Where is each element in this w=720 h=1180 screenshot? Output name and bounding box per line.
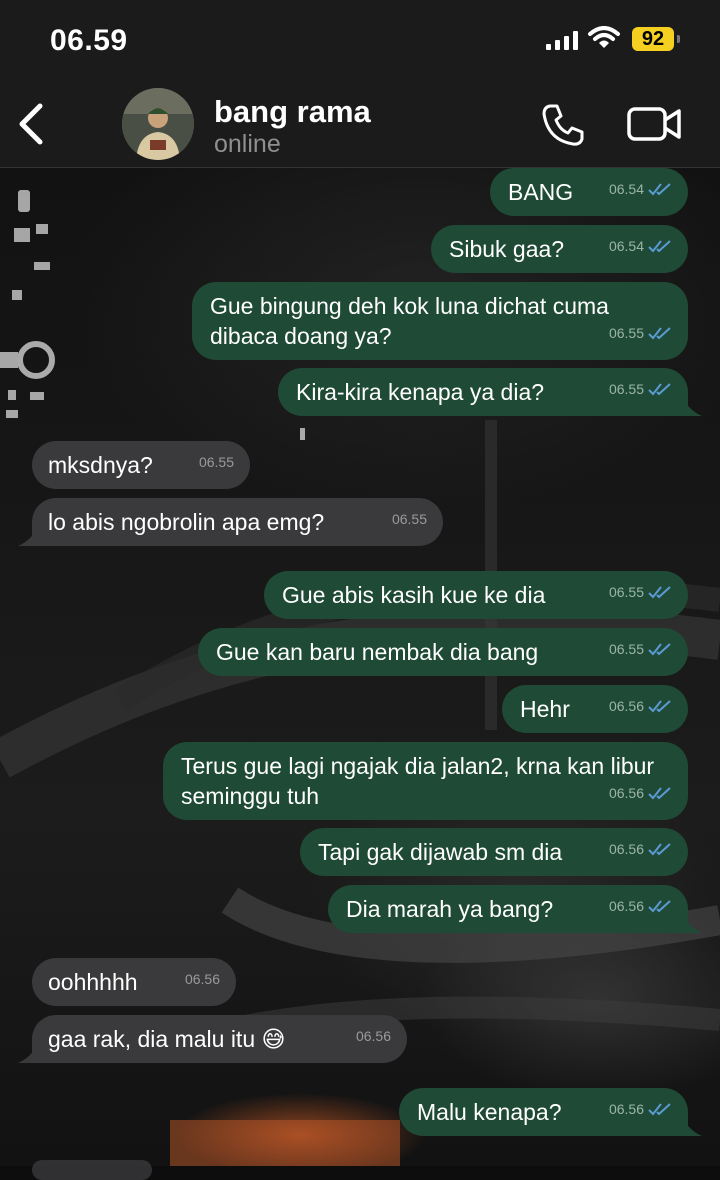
- bubble-tail: [682, 1116, 702, 1136]
- double-check-icon: [648, 900, 671, 913]
- message-outgoing[interactable]: BANG 06.54: [490, 168, 688, 216]
- message-time: 06.55: [391, 511, 427, 527]
- double-check-icon: [648, 183, 671, 196]
- status-time: 06.59: [50, 24, 128, 57]
- message-outgoing[interactable]: Gue bingung deh kok luna dichat cuma dib…: [192, 282, 688, 360]
- message-text: Kira-kira kenapa ya dia?: [296, 379, 545, 405]
- message-text: Terus gue lagi ngajak dia jalan2, krna k…: [181, 753, 655, 809]
- message-outgoing[interactable]: Sibuk gaa? 06.54: [431, 225, 688, 273]
- message-incoming[interactable]: gaa rak, dia malu itu 😅 06.56: [18, 1015, 407, 1063]
- message-text: Dia marah ya bang?: [346, 896, 554, 922]
- message-time: 06.56: [184, 971, 220, 987]
- message-outgoing[interactable]: Kira-kira kenapa ya dia? 06.55: [278, 368, 702, 416]
- message-text: Tapi gak dijawab sm dia: [318, 839, 563, 865]
- message-text: gaa rak, dia malu itu 😅: [48, 1026, 286, 1052]
- battery-tip: [677, 35, 680, 43]
- message-time: 06.56: [608, 841, 644, 857]
- message-time: 06.55: [198, 454, 234, 470]
- message-time: 06.56: [608, 698, 644, 714]
- message-text: BANG: [508, 179, 574, 205]
- contact-status: online: [214, 130, 281, 158]
- message-time: 06.56: [355, 1028, 391, 1044]
- contact-name[interactable]: bang rama: [214, 94, 371, 130]
- battery-indicator: 92: [632, 27, 674, 51]
- message-text: Hehr: [520, 696, 570, 722]
- message-time: 06.55: [608, 325, 644, 341]
- message-text: Gue bingung deh kok luna dichat cuma dib…: [210, 293, 609, 349]
- wifi-icon: [588, 26, 620, 48]
- message-text: oohhhhh: [48, 969, 138, 995]
- message-text: Gue kan baru nembak dia bang: [216, 639, 539, 665]
- bubble-tail: [18, 526, 38, 546]
- signal-icon: [546, 30, 578, 50]
- message-incoming-partial: [32, 1160, 152, 1180]
- message-text: Sibuk gaa?: [449, 236, 565, 262]
- back-chevron-icon[interactable]: [14, 102, 50, 146]
- double-check-icon: [648, 586, 671, 599]
- message-time: 06.55: [608, 641, 644, 657]
- message-incoming[interactable]: lo abis ngobrolin apa emg? 06.55: [18, 498, 443, 546]
- double-check-icon: [648, 643, 671, 656]
- phone-icon[interactable]: [540, 102, 586, 148]
- message-outgoing[interactable]: Gue abis kasih kue ke dia 06.55: [264, 571, 688, 619]
- double-check-icon: [648, 1103, 671, 1116]
- message-outgoing[interactable]: Gue kan baru nembak dia bang 06.55: [198, 628, 688, 676]
- double-check-icon: [648, 843, 671, 856]
- chat-header: 06.59 92 bang rama online: [0, 0, 720, 168]
- message-incoming[interactable]: mksdnya? 06.55: [32, 441, 250, 489]
- double-check-icon: [648, 787, 671, 800]
- message-outgoing[interactable]: Tapi gak dijawab sm dia 06.56: [300, 828, 688, 876]
- message-time: 06.54: [608, 181, 644, 197]
- message-incoming[interactable]: oohhhhh 06.56: [32, 958, 236, 1006]
- bubble-tail: [18, 1043, 38, 1063]
- message-text: mksdnya?: [48, 452, 153, 478]
- message-outgoing[interactable]: Terus gue lagi ngajak dia jalan2, krna k…: [163, 742, 688, 820]
- message-outgoing[interactable]: Malu kenapa? 06.56: [399, 1088, 702, 1136]
- message-text: Malu kenapa?: [417, 1099, 562, 1125]
- contact-avatar[interactable]: [122, 88, 194, 160]
- message-time: 06.55: [608, 381, 644, 397]
- message-outgoing[interactable]: Dia marah ya bang? 06.56: [328, 885, 702, 933]
- bubble-tail: [682, 913, 702, 933]
- message-text: lo abis ngobrolin apa emg?: [48, 509, 325, 535]
- double-check-icon: [648, 383, 671, 396]
- double-check-icon: [648, 240, 671, 253]
- message-time: 06.56: [608, 1101, 644, 1117]
- message-time: 06.54: [608, 238, 644, 254]
- double-check-icon: [648, 327, 671, 340]
- video-camera-icon[interactable]: [626, 104, 682, 144]
- message-text: Gue abis kasih kue ke dia: [282, 582, 546, 608]
- message-outgoing[interactable]: Hehr 06.56: [502, 685, 688, 733]
- double-check-icon: [648, 700, 671, 713]
- message-time: 06.56: [608, 785, 644, 801]
- message-time: 06.56: [608, 898, 644, 914]
- message-time: 06.55: [608, 584, 644, 600]
- bubble-tail: [682, 396, 702, 416]
